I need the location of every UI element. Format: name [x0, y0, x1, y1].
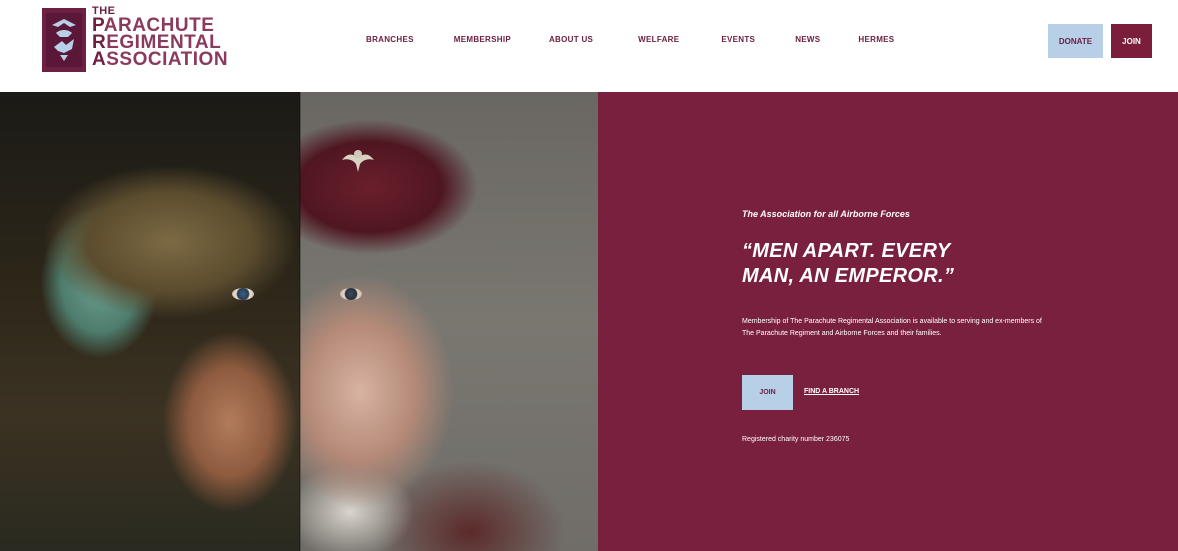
join-button-header[interactable]: JOIN: [1111, 24, 1152, 58]
veteran-eye: [340, 288, 362, 300]
hero-image-young-soldier: [0, 92, 300, 551]
logo-initial: A: [92, 49, 107, 70]
parachute-wings-icon: [342, 150, 374, 172]
hero-tagline: The Association for all Airborne Forces: [742, 209, 910, 219]
nav-item-news[interactable]: NEWS: [795, 35, 820, 44]
hero-headline: “MEN APART. EVERY MAN, AN EMPEROR.”: [742, 240, 955, 287]
site-header: THE PARACHUTE REGIMENTAL ASSOCIATION BRA…: [0, 0, 1178, 92]
nav-item-about-us[interactable]: ABOUT US: [549, 35, 593, 44]
main-nav: BRANCHES MEMBERSHIP ABOUT US WELFARE EVE…: [366, 35, 938, 44]
hero-intro-text: Membership of The Parachute Regimental A…: [742, 318, 1042, 337]
logo-wordmark: THE PARACHUTE REGIMENTAL ASSOCIATION: [92, 6, 229, 70]
logo-line-association: ASSOCIATION: [92, 49, 229, 70]
nav-item-membership[interactable]: MEMBERSHIP: [454, 35, 511, 44]
site-logo[interactable]: THE PARACHUTE REGIMENTAL ASSOCIATION: [42, 6, 229, 72]
soldier-eye: [232, 288, 254, 300]
image-split-divider: [299, 92, 301, 551]
donate-button[interactable]: DONATE: [1048, 24, 1103, 58]
nav-item-welfare[interactable]: WELFARE: [638, 35, 679, 44]
logo-rest: SSOCIATION: [106, 49, 229, 70]
logo-badge: [42, 8, 86, 72]
nav-item-hermes[interactable]: HERMES: [858, 35, 894, 44]
pegasus-emblem-icon: [46, 13, 82, 67]
hero-section: The Association for all Airborne Forces …: [0, 92, 1178, 551]
hero-text-panel: The Association for all Airborne Forces …: [598, 92, 1178, 551]
nav-item-branches[interactable]: BRANCHES: [366, 35, 414, 44]
join-button-hero[interactable]: JOIN: [742, 375, 793, 410]
nav-item-events[interactable]: EVENTS: [721, 35, 755, 44]
hero-image-soldier-veteran: [0, 92, 598, 551]
find-a-branch-link[interactable]: FIND A BRANCH: [804, 388, 859, 395]
charity-number: Registered charity number 236075: [742, 436, 850, 443]
